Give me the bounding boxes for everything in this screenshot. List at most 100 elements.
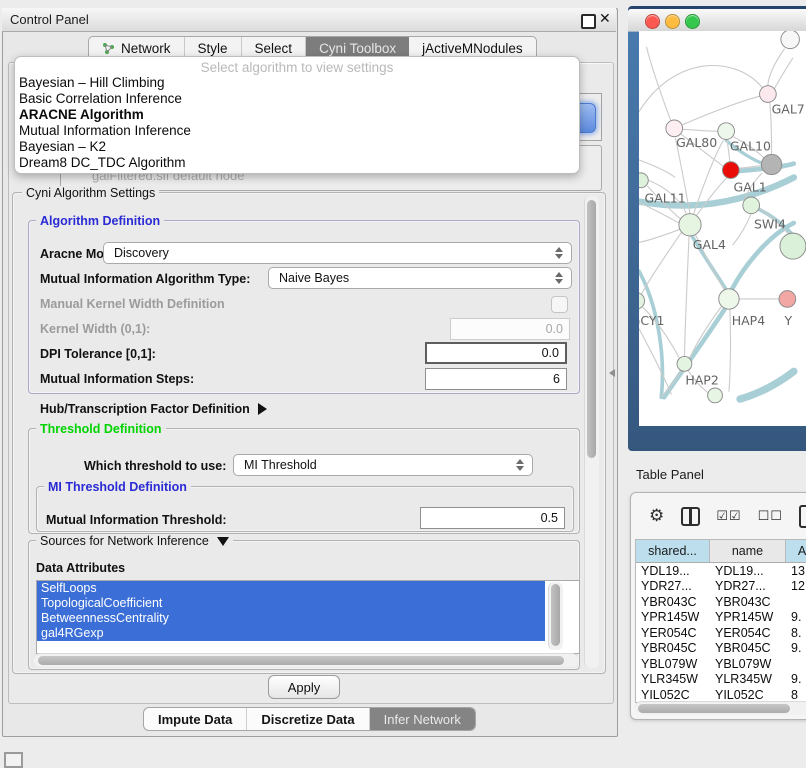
- manual-kernel-checkbox[interactable]: [551, 296, 568, 313]
- cyni-algorithm-settings-title: Cyni Algorithm Settings: [22, 186, 159, 200]
- network-node-hap2[interactable]: [677, 356, 692, 371]
- table-panel-title: Table Panel: [636, 467, 704, 482]
- hub-definition-expander[interactable]: Hub/Transcription Factor Definition: [40, 402, 267, 416]
- table-body: YDL19...YDL19...13YDR27...YDR27...12YBR0…: [636, 563, 806, 703]
- node-label: HAP2: [685, 372, 718, 387]
- network-canvas[interactable]: GAL7GAL80GAL10GAL1GAL11SWI4GAL4GCY1HAP4Y…: [639, 31, 806, 426]
- which-threshold-combo[interactable]: MI Threshold: [233, 454, 533, 476]
- algorithm-definition-title: Algorithm Definition: [36, 214, 164, 228]
- attribute-list-item[interactable]: TopologicalCoefficient: [37, 596, 545, 611]
- network-node-swi4[interactable]: [780, 233, 806, 259]
- table-row[interactable]: YDR27...YDR27...12: [636, 579, 806, 595]
- network-node-gal10[interactable]: [718, 123, 735, 140]
- algorithm-option[interactable]: Dream8 DC_TDC Algorithm: [15, 155, 579, 171]
- table-row[interactable]: YBL079WYBL079W: [636, 656, 806, 672]
- table-hscrollbar-track[interactable]: [635, 701, 806, 715]
- dpi-tolerance-field[interactable]: 0.0: [425, 342, 567, 364]
- network-node[interactable]: [761, 154, 781, 174]
- table-cell: YBR043C: [710, 595, 786, 609]
- table-toolbar: ⚙ ☑☑ ☐☐: [631, 493, 806, 539]
- expander-right-icon: [258, 403, 267, 415]
- network-node-y[interactable]: [779, 291, 796, 308]
- table-header-row: shared... name A: [636, 540, 806, 563]
- export-table-icon[interactable]: [799, 505, 806, 528]
- which-threshold-value: MI Threshold: [244, 458, 317, 472]
- bottom-tab-infer-network[interactable]: Infer Network: [370, 708, 475, 730]
- settings-scrollbar-track[interactable]: [584, 196, 599, 668]
- table-cell: YER054C: [710, 626, 786, 640]
- window-minimize-button[interactable]: [665, 14, 680, 29]
- table-cell: 12: [786, 579, 806, 593]
- mi-type-value: Naive Bayes: [279, 271, 349, 285]
- network-node[interactable]: [708, 388, 723, 403]
- node-label: HAP4: [732, 313, 765, 328]
- table-panel-window: ⚙ ☑☑ ☐☐ shared... name A YDL19...YDL19..…: [630, 492, 806, 720]
- dpi-tolerance-label: DPI Tolerance [0,1]:: [40, 347, 156, 361]
- attributes-hscrollbar-track[interactable]: [34, 653, 578, 667]
- network-node-gal1[interactable]: [722, 162, 739, 179]
- table-row[interactable]: YDL19...YDL19...13: [636, 563, 806, 579]
- bottom-tab-discretize-data[interactable]: Discretize Data: [247, 708, 369, 730]
- table-cell: YLR345W: [636, 672, 710, 686]
- splitter-handle-icon[interactable]: [609, 369, 615, 377]
- apply-button[interactable]: Apply: [268, 675, 340, 699]
- mi-type-combo[interactable]: Naive Bayes: [268, 267, 572, 289]
- node-label: GAL10: [730, 139, 771, 154]
- expander-down-icon: [217, 537, 229, 546]
- attributes-hscrollbar-thumb[interactable]: [38, 656, 564, 665]
- table-row[interactable]: YBR043CYBR043C: [636, 594, 806, 610]
- deselect-all-columns-icon[interactable]: ☐☐: [758, 508, 783, 524]
- hub-definition-label: Hub/Transcription Factor Definition: [40, 402, 250, 416]
- table-row[interactable]: YBR045CYBR045C9.: [636, 641, 806, 657]
- column-header-third[interactable]: A: [786, 540, 806, 562]
- window-close-button[interactable]: [645, 14, 660, 29]
- minimized-panel-icon[interactable]: [4, 752, 23, 768]
- data-attributes-list: SelfLoopsTopologicalCoefficientBetweenne…: [36, 580, 580, 654]
- sources-expander[interactable]: Sources for Network Inference: [36, 534, 233, 548]
- bottom-tab-impute-data[interactable]: Impute Data: [144, 708, 247, 730]
- float-panel-button[interactable]: [581, 14, 596, 29]
- network-node-gal4[interactable]: [679, 214, 701, 236]
- attribute-list-item[interactable]: SelfLoops: [37, 581, 545, 596]
- table-row[interactable]: YPR145WYPR145W9.: [636, 610, 806, 626]
- table-row[interactable]: YER054CYER054C8.: [636, 625, 806, 641]
- table-cell: YDR27...: [710, 579, 786, 593]
- algorithm-option[interactable]: ARACNE Algorithm: [15, 107, 579, 123]
- algorithm-option[interactable]: Mutual Information Inference: [15, 123, 579, 139]
- algorithm-option[interactable]: Basic Correlation Inference: [15, 91, 579, 107]
- network-node[interactable]: [781, 31, 800, 49]
- close-panel-icon[interactable]: ✕: [599, 10, 611, 27]
- node-label: GAL80: [676, 135, 717, 150]
- select-all-columns-icon[interactable]: ☑☑: [716, 508, 741, 524]
- network-node[interactable]: [743, 197, 760, 214]
- gear-icon[interactable]: ⚙: [649, 506, 664, 526]
- aracne-mode-combo[interactable]: Discovery: [103, 242, 572, 264]
- attribute-list-item[interactable]: gal4RGexp: [37, 626, 545, 641]
- table-row[interactable]: YLR345WYLR345W9.: [636, 672, 806, 688]
- network-node-hap4[interactable]: [719, 289, 739, 309]
- attribute-list-item[interactable]: BetweennessCentrality: [37, 611, 545, 626]
- columns-icon[interactable]: [681, 507, 700, 526]
- node-label: SWI4: [754, 217, 786, 232]
- network-node-gcy1[interactable]: [639, 292, 645, 309]
- column-header-shared-name[interactable]: shared...: [636, 540, 710, 562]
- table-hscrollbar-thumb[interactable]: [638, 704, 790, 713]
- algorithm-dropdown-prompt: Select algorithm to view settings: [15, 60, 579, 75]
- attributes-scrollbar-thumb[interactable]: [551, 584, 560, 646]
- network-node-gal7[interactable]: [760, 86, 777, 103]
- algorithm-dropdown: Select algorithm to view settings Bayesi…: [14, 56, 580, 174]
- window-zoom-button[interactable]: [685, 14, 700, 29]
- mi-threshold-field[interactable]: 0.5: [420, 507, 565, 529]
- algorithm-option[interactable]: Bayesian – K2: [15, 139, 579, 155]
- network-node-gal11[interactable]: [639, 173, 648, 188]
- algorithm-option[interactable]: Bayesian – Hill Climbing: [15, 75, 579, 91]
- settings-scrollbar-thumb[interactable]: [587, 200, 596, 458]
- kernel-width-field[interactable]: 0.0: [450, 318, 570, 340]
- table-cell: YDR27...: [636, 579, 710, 593]
- node-label: Y: [784, 313, 793, 328]
- node-label: GAL7: [772, 102, 805, 117]
- mi-steps-field[interactable]: 6: [425, 368, 567, 390]
- column-header-name[interactable]: name: [710, 540, 786, 562]
- attributes-scrollbar-track[interactable]: [548, 582, 563, 650]
- table-cell: 8: [786, 688, 806, 702]
